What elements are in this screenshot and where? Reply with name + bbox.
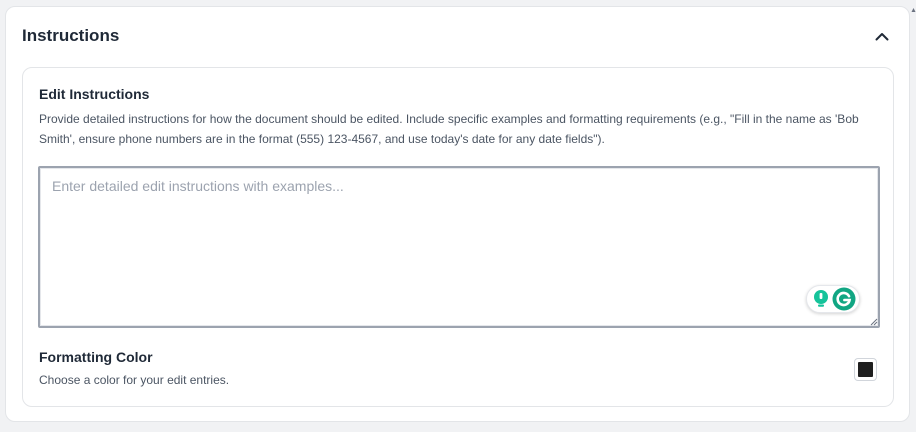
formatting-color-description: Choose a color for your edit entries. (39, 373, 230, 387)
color-picker-swatch[interactable] (854, 358, 877, 381)
edit-instructions-card: Edit Instructions Provide detailed instr… (22, 67, 894, 407)
scroll-up-arrow-icon[interactable] (911, 6, 916, 14)
instructions-panel: Instructions Edit Instructions Provide d… (5, 6, 910, 422)
grammarly-icon[interactable] (832, 287, 856, 311)
edit-instructions-textarea[interactable] (38, 166, 880, 328)
chevron-up-icon (875, 33, 889, 41)
selected-color (858, 362, 873, 377)
panel-title: Instructions (22, 26, 120, 45)
edit-instructions-description: Provide detailed instructions for how th… (39, 112, 859, 146)
collapse-button[interactable] (870, 25, 894, 49)
scrollbar[interactable] (911, 0, 916, 432)
edit-instructions-title: Edit Instructions (39, 86, 150, 102)
grammarly-widget[interactable] (806, 285, 860, 313)
lightbulb-icon[interactable] (812, 289, 830, 309)
resize-handle-icon[interactable] (868, 316, 878, 326)
formatting-color-title: Formatting Color (39, 349, 153, 365)
